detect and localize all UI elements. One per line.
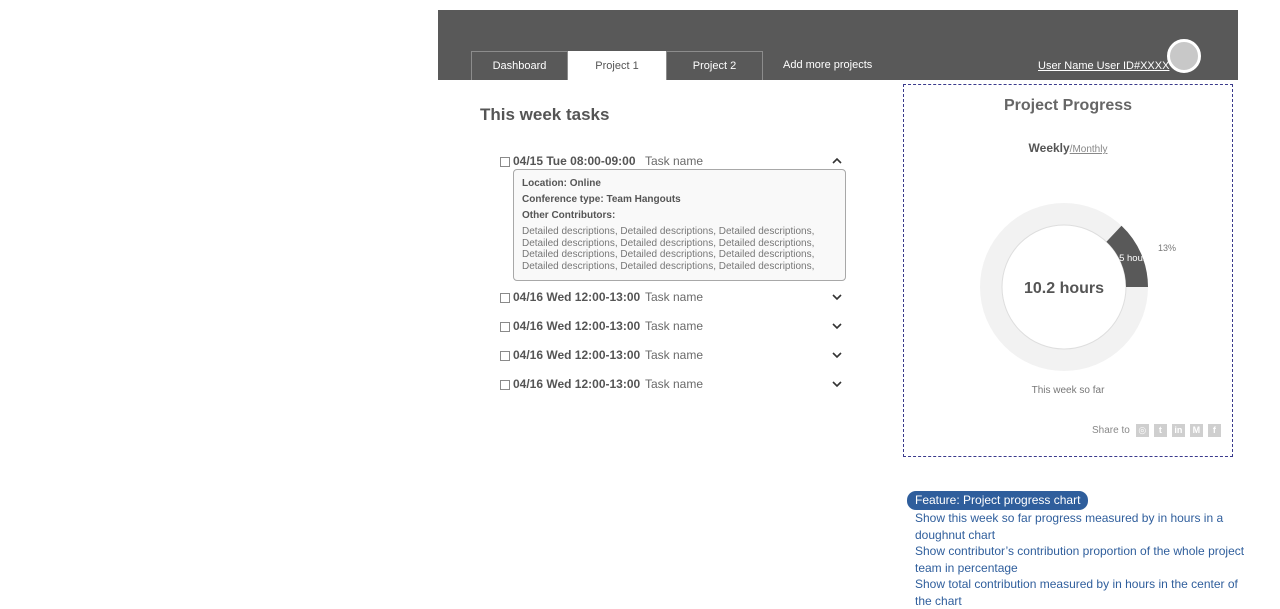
chart-caption: This week so far bbox=[1031, 385, 1105, 396]
task-checkbox[interactable] bbox=[500, 293, 510, 303]
feature-note-badge: Feature: Project progress chart bbox=[907, 491, 1089, 510]
tab-project-1[interactable]: Project 1 bbox=[568, 51, 666, 80]
monthly-toggle[interactable]: /Monthly bbox=[1070, 144, 1108, 155]
feature-note-line: Show contributor’s contribution proporti… bbox=[915, 544, 1245, 575]
chevron-down-icon[interactable] bbox=[830, 348, 844, 362]
task-other-contributors: Other Contributors: bbox=[522, 210, 616, 221]
task-checkbox[interactable] bbox=[500, 351, 510, 361]
task-date: 04/16 Wed 12:00-13:00 bbox=[513, 319, 641, 333]
avatar[interactable] bbox=[1167, 39, 1201, 73]
slice-value-label: 1.5 hours bbox=[1111, 253, 1151, 264]
top-navigation-bar: Dashboard Project 1 Project 2 Add more p… bbox=[438, 10, 1238, 80]
task-location: Location: Online bbox=[522, 178, 601, 189]
task-name: Task name bbox=[645, 154, 704, 168]
facebook-icon[interactable]: f bbox=[1207, 424, 1221, 437]
share-bar: Share to ◎ t in M f bbox=[1092, 424, 1226, 437]
feature-note-text: Show this week so far progress measured … bbox=[915, 510, 1245, 609]
tab-add-more-projects[interactable]: Add more projects bbox=[763, 51, 903, 80]
instagram-icon[interactable]: ◎ bbox=[1135, 424, 1149, 437]
progress-doughnut-chart: 1.5 hours 13% 10.2 hours bbox=[980, 203, 1176, 371]
task-date: 04/16 Wed 12:00-13:00 bbox=[513, 290, 641, 304]
task-row[interactable]: 04/16 Wed 12:00-13:00 Task name bbox=[500, 290, 844, 308]
task-row[interactable]: 04/16 Wed 12:00-13:00 Task name bbox=[500, 348, 844, 366]
twitter-icon[interactable]: t bbox=[1153, 424, 1167, 437]
chevron-up-icon[interactable] bbox=[830, 154, 844, 168]
medium-icon[interactable]: M bbox=[1189, 424, 1203, 437]
user-name-link[interactable]: User Name User ID#XXXX bbox=[1038, 60, 1169, 72]
task-date: 04/16 Wed 12:00-13:00 bbox=[513, 377, 641, 391]
task-description-line: Detailed descriptions, Detailed descript… bbox=[522, 249, 815, 260]
slice-percent-label: 13% bbox=[1158, 243, 1176, 253]
tab-dashboard[interactable]: Dashboard bbox=[471, 51, 568, 80]
linkedin-icon[interactable]: in bbox=[1171, 424, 1185, 437]
task-conference-type: Conference type: Team Hangouts bbox=[522, 194, 681, 205]
task-name: Task name bbox=[645, 290, 704, 304]
task-row[interactable]: 04/16 Wed 12:00-13:00 Task name bbox=[500, 377, 844, 395]
chevron-down-icon[interactable] bbox=[830, 319, 844, 333]
task-description-line: Detailed descriptions, Detailed descript… bbox=[522, 237, 815, 249]
weekly-toggle[interactable]: Weekly bbox=[1029, 141, 1070, 155]
period-toggle: Weekly/Monthly bbox=[904, 141, 1232, 155]
task-checkbox[interactable] bbox=[500, 157, 510, 167]
section-title-this-week-tasks: This week tasks bbox=[480, 105, 610, 124]
task-name: Task name bbox=[645, 348, 704, 362]
task-details-panel: Location: Online Conference type: Team H… bbox=[513, 169, 846, 281]
chevron-down-icon[interactable] bbox=[830, 290, 844, 304]
feature-note-line: Show this week so far progress measured … bbox=[915, 511, 1224, 542]
task-name: Task name bbox=[645, 319, 704, 333]
project-progress-panel: Project Progress Weekly/Monthly 1.5 hour… bbox=[903, 84, 1233, 457]
tab-project-2[interactable]: Project 2 bbox=[666, 51, 763, 80]
task-checkbox[interactable] bbox=[500, 380, 510, 390]
feature-note-line: Show total contribution measured by in h… bbox=[915, 577, 1238, 608]
share-label: Share to bbox=[1092, 425, 1130, 436]
task-description-line: Detailed descriptions, Detailed descript… bbox=[522, 260, 815, 272]
chart-center-label: 10.2 hours bbox=[1024, 280, 1104, 297]
chevron-down-icon[interactable] bbox=[830, 377, 844, 391]
task-description-line: Detailed descriptions, Detailed descript… bbox=[522, 226, 815, 237]
task-checkbox[interactable] bbox=[500, 322, 510, 332]
task-row[interactable]: 04/16 Wed 12:00-13:00 Task name bbox=[500, 319, 844, 337]
panel-title: Project Progress bbox=[1003, 97, 1133, 114]
project-tabs: Dashboard Project 1 Project 2 Add more p… bbox=[471, 51, 903, 80]
task-name: Task name bbox=[645, 377, 704, 391]
task-date: 04/16 Wed 12:00-13:00 bbox=[513, 348, 641, 362]
task-date: 04/15 Tue 08:00-09:00 bbox=[513, 154, 636, 168]
